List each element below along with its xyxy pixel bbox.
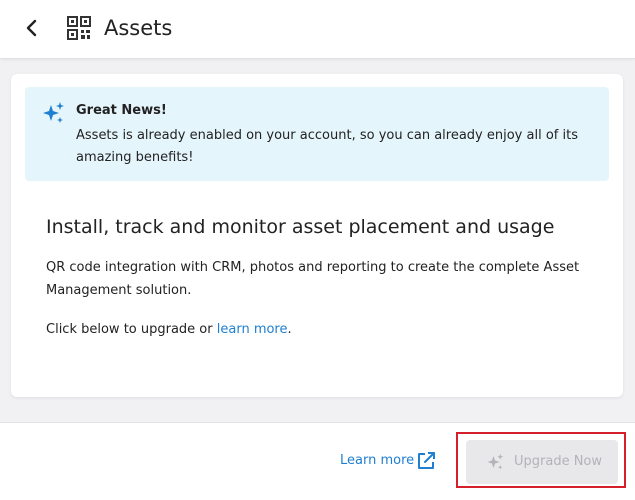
action-footer: Learn more Upgrade Now bbox=[0, 422, 635, 500]
upgrade-prompt: Click below to upgrade or learn more. bbox=[46, 319, 292, 341]
assets-info-card: Great News! Assets is already enabled on… bbox=[11, 74, 623, 397]
sparkle-icon bbox=[43, 102, 64, 123]
section-description: QR code integration with CRM, photos and… bbox=[46, 260, 580, 298]
upgrade-now-button[interactable]: Upgrade Now bbox=[466, 440, 618, 484]
qr-code-icon bbox=[67, 16, 91, 40]
learn-more-link[interactable]: learn more bbox=[217, 322, 288, 337]
upgrade-now-label: Upgrade Now bbox=[514, 454, 603, 469]
sparkle-icon bbox=[487, 453, 504, 470]
back-button[interactable] bbox=[18, 14, 46, 42]
upgrade-prompt-suffix: . bbox=[287, 322, 292, 337]
info-banner: Great News! Assets is already enabled on… bbox=[25, 87, 609, 181]
chevron-left-icon bbox=[26, 19, 37, 37]
page-header: Assets bbox=[0, 0, 635, 59]
section-heading: Install, track and monitor asset placeme… bbox=[46, 216, 555, 238]
learn-more-button[interactable]: Learn more bbox=[340, 451, 414, 471]
external-link-icon[interactable] bbox=[416, 451, 436, 471]
banner-title: Great News! bbox=[76, 103, 167, 118]
banner-message: Assets is already enabled on your accoun… bbox=[76, 128, 578, 165]
upgrade-prompt-prefix: Click below to upgrade or bbox=[46, 322, 217, 337]
page-title: Assets bbox=[104, 16, 173, 40]
